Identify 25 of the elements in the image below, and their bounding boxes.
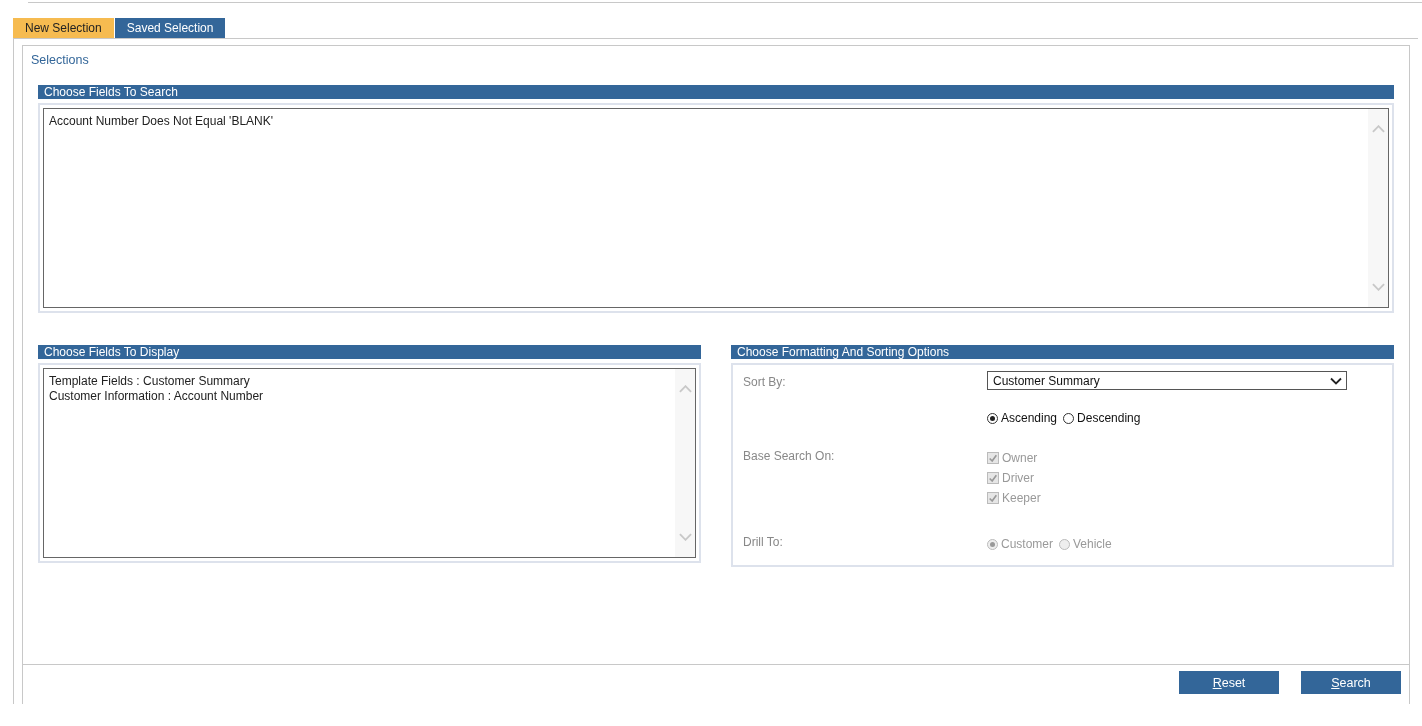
sort-by-dropdown[interactable]: Customer Summary [987, 371, 1347, 390]
section-header: Choose Fields To Display [38, 345, 701, 359]
field-label: Drill To: [743, 534, 784, 551]
action-button[interactable]: Reset [1179, 671, 1279, 694]
dropdown-value: Customer Summary [993, 373, 1100, 388]
tab[interactable]: New Selection [13, 18, 114, 38]
field-label: Sort By: [743, 374, 787, 391]
radio-label: Customer [1001, 536, 1053, 553]
criteria-item[interactable]: Account Number Does Not Equal 'BLANK' [49, 114, 1363, 129]
fields-list[interactable]: Template Fields : Customer Summary Customer Information : Account Number [43, 368, 696, 558]
field-item[interactable]: Template Fields : Customer Summary [49, 374, 670, 389]
field-item[interactable]: Customer Information : Account Number [49, 389, 670, 404]
action-button[interactable]: Search [1301, 671, 1401, 694]
checkbox-label: Keeper [1002, 490, 1041, 507]
criteria-list[interactable]: Account Number Does Not Equal 'BLANK' [43, 108, 1389, 308]
section-header: Choose Formatting And Sorting Options [731, 345, 1394, 359]
radio-label: Descending [1077, 410, 1141, 427]
radio-label: Ascending [1001, 410, 1058, 427]
panel-title: Selections [31, 53, 90, 67]
field-label: Base Search On: [743, 448, 836, 465]
checkbox-label: Owner [1002, 450, 1038, 467]
radio-label: Vehicle [1073, 536, 1112, 553]
tab[interactable]: Saved Selection [114, 18, 226, 38]
checkbox-label: Driver [1002, 470, 1034, 487]
section-header: Choose Fields To Search [38, 85, 1394, 99]
